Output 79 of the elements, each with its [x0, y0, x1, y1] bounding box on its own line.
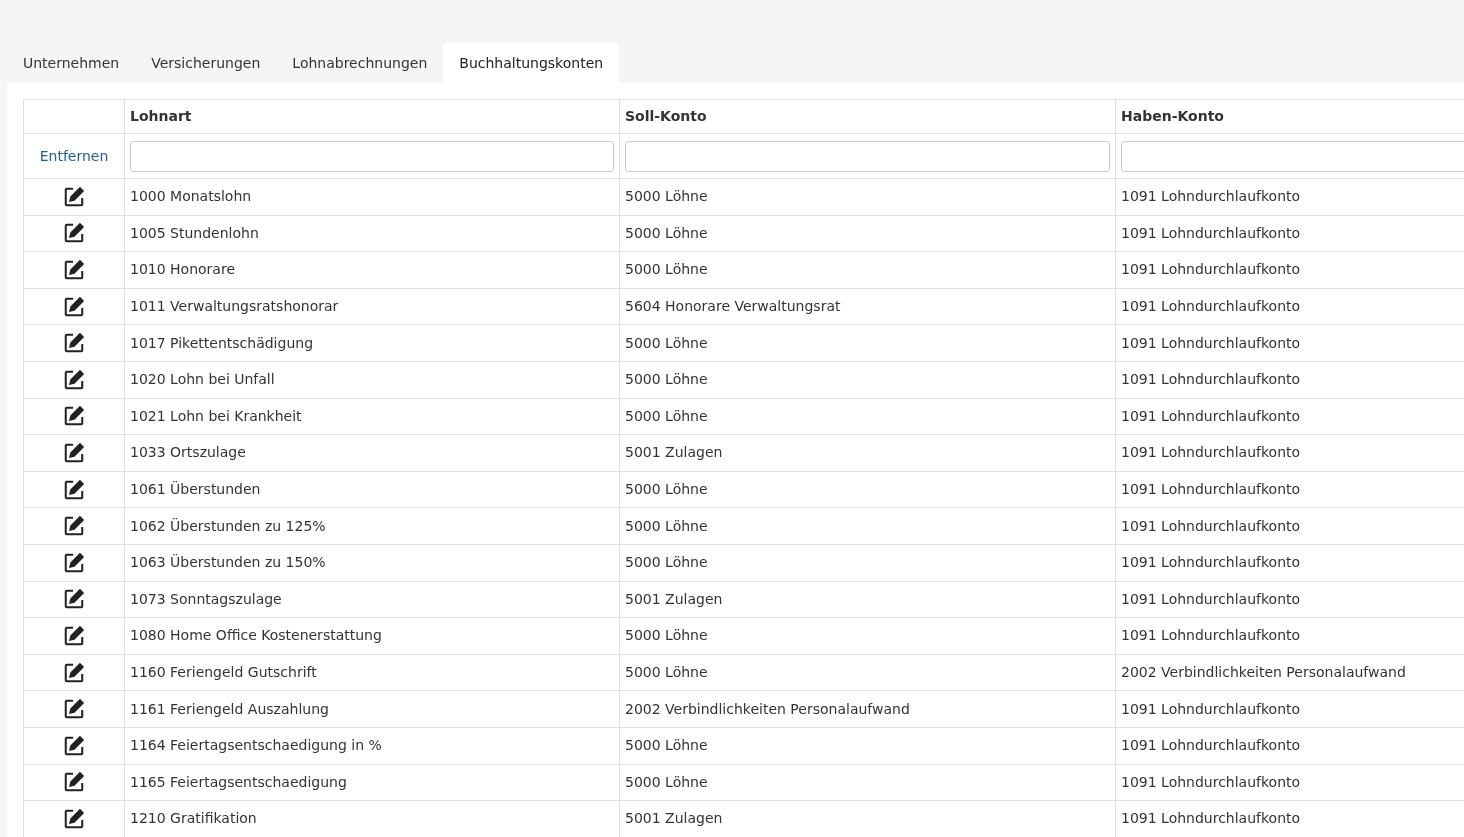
- filter-field[interactable]: [625, 140, 1110, 172]
- edit-icon[interactable]: [63, 734, 85, 757]
- table-cell: 5000 Löhne: [625, 188, 708, 205]
- table-cell: 1091 Lohndurchlaufkonto: [1121, 371, 1301, 388]
- table-cell: 1165 Feiertagsentschaedigung: [130, 773, 347, 790]
- table-cell: 1021 Lohn bei Krankheit: [130, 407, 302, 424]
- table-cell: 1063 Überstunden zu 150%: [130, 554, 326, 571]
- table-cell: 2002 Verbindlichkeiten Personalaufwand: [625, 700, 910, 717]
- table-cell: 1091 Lohndurchlaufkonto: [1121, 627, 1301, 644]
- table-cell: 1091 Lohndurchlaufkonto: [1121, 590, 1301, 607]
- tab[interactable]: Buchhaltungskonten: [443, 43, 620, 83]
- edit-icon[interactable]: [63, 588, 85, 611]
- table-cell: 1073 Sonntagszulage: [130, 590, 282, 607]
- table-cell: 1091 Lohndurchlaufkonto: [1121, 407, 1301, 424]
- table-cell: 1091 Lohndurchlaufkonto: [1121, 810, 1301, 827]
- table-cell: 5000 Löhne: [625, 627, 708, 644]
- table-cell: 1080 Home Office Kostenerstattung: [130, 627, 382, 644]
- table-cell: 1020 Lohn bei Unfall: [130, 371, 275, 388]
- table-cell: 1091 Lohndurchlaufkonto: [1121, 334, 1301, 351]
- table-cell: 5000 Löhne: [625, 554, 708, 571]
- edit-icon[interactable]: [63, 368, 85, 391]
- filter-field[interactable]: [1121, 140, 1464, 172]
- table-cell: 1061 Überstunden: [130, 481, 261, 498]
- table-cell: 1033 Ortszulage: [130, 444, 246, 461]
- column-header: Lohnart: [124, 99, 620, 134]
- table-cell: 5000 Löhne: [625, 773, 708, 790]
- table-cell: 1017 Pikettentschädigung: [130, 334, 314, 351]
- table-cell: 1091 Lohndurchlaufkonto: [1121, 773, 1301, 790]
- edit-icon[interactable]: [63, 222, 85, 245]
- table-cell: 1091 Lohndurchlaufkonto: [1121, 261, 1301, 278]
- table-cell: 5000 Löhne: [625, 737, 708, 754]
- table-cell: 5001 Zulagen: [625, 590, 723, 607]
- table-cell: 5000 Löhne: [625, 371, 708, 388]
- column-header: Haben-Konto: [1115, 99, 1464, 134]
- table-cell: 1091 Lohndurchlaufkonto: [1121, 737, 1301, 754]
- edit-icon[interactable]: [63, 807, 85, 830]
- table-cell: 5000 Löhne: [625, 261, 708, 278]
- table-cell: 5001 Zulagen: [625, 810, 723, 827]
- table-cell: 1161 Feriengeld Auszahlung: [130, 700, 329, 717]
- edit-icon[interactable]: [63, 185, 85, 208]
- table-cell: 5000 Löhne: [625, 407, 708, 424]
- table-cell: 1005 Stundenlohn: [130, 224, 259, 241]
- edit-icon[interactable]: [63, 624, 85, 647]
- table-cell: 1091 Lohndurchlaufkonto: [1121, 188, 1301, 205]
- edit-icon[interactable]: [63, 259, 85, 281]
- edit-icon[interactable]: [63, 295, 85, 318]
- table-cell: 1091 Lohndurchlaufkonto: [1121, 700, 1301, 717]
- table-cell: 5000 Löhne: [625, 224, 708, 241]
- table-cell: 5001 Zulagen: [625, 444, 723, 461]
- table-cell: 1091 Lohndurchlaufkonto: [1121, 298, 1301, 315]
- table-cell: 1091 Lohndurchlaufkonto: [1121, 444, 1301, 461]
- table-cell: 1000 Monatslohn: [130, 188, 252, 205]
- table-cell: 5000 Löhne: [625, 334, 708, 351]
- edit-icon[interactable]: [63, 551, 85, 574]
- table-cell: 1062 Überstunden zu 125%: [130, 517, 326, 534]
- table-cell: 1160 Feriengeld Gutschrift: [130, 664, 317, 680]
- table-cell: 1010 Honorare: [130, 261, 235, 278]
- edit-icon[interactable]: [63, 405, 85, 428]
- edit-icon[interactable]: [63, 478, 85, 501]
- table-cell: 1091 Lohndurchlaufkonto: [1121, 224, 1301, 241]
- table-cell: 5000 Löhne: [625, 481, 708, 498]
- filter-field[interactable]: [130, 140, 614, 172]
- edit-icon[interactable]: [63, 698, 85, 721]
- table-cell: 2002 Verbindlichkeiten Personalaufwand: [1121, 664, 1406, 680]
- column-header: Soll-Konto: [619, 99, 1116, 134]
- table-cell: 5000 Löhne: [625, 664, 708, 680]
- table-cell: 1091 Lohndurchlaufkonto: [1121, 517, 1301, 534]
- table-cell: 1011 Verwaltungsratshonorar: [130, 298, 339, 315]
- edit-icon[interactable]: [63, 771, 85, 794]
- edit-icon[interactable]: [63, 515, 85, 538]
- table-cell: 5000 Löhne: [625, 517, 708, 534]
- table-cell: 1091 Lohndurchlaufkonto: [1121, 481, 1301, 498]
- table-cell: 1091 Lohndurchlaufkonto: [1121, 554, 1301, 571]
- table-cell: 1210 Gratifikation: [130, 810, 257, 827]
- edit-icon[interactable]: [63, 661, 85, 684]
- table-cell: 1164 Feiertagsentschaedigung in %: [130, 737, 382, 754]
- edit-icon[interactable]: [63, 441, 85, 464]
- table-cell: 5604 Honorare Verwaltungsrat: [625, 298, 841, 315]
- edit-icon[interactable]: [63, 332, 85, 355]
